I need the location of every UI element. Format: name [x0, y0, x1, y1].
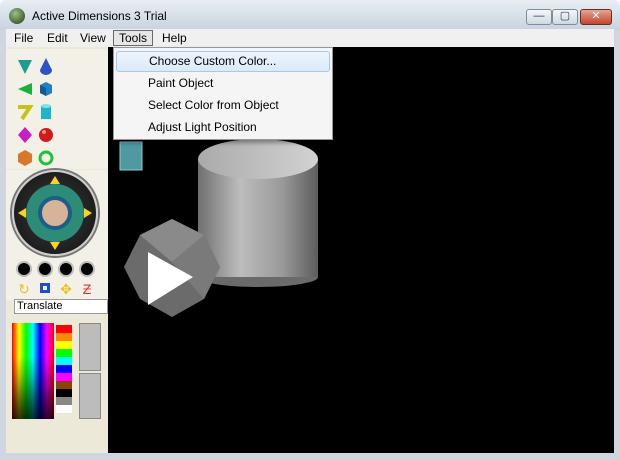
nav-button-3[interactable]	[58, 261, 74, 277]
cone-icon[interactable]	[16, 57, 34, 75]
app-window: Active Dimensions 3 Trial — ▢ ✕ File Edi…	[0, 0, 620, 460]
wedge-icon[interactable]	[16, 80, 34, 98]
rotate-icon[interactable]: ↻	[16, 281, 32, 297]
pipe-object[interactable]	[119, 141, 143, 171]
shape-palette	[6, 49, 108, 169]
swatch-green[interactable]	[56, 349, 72, 357]
swatch-black[interactable]	[56, 389, 72, 397]
diamond-icon[interactable]	[16, 126, 34, 144]
nav-button-1[interactable]	[16, 261, 32, 277]
swatch-blue[interactable]	[56, 365, 72, 373]
previous-color-box[interactable]	[79, 373, 101, 419]
tool-sidebar: ↻ ✥ Ƶ Translate	[6, 47, 108, 453]
cube-icon[interactable]	[37, 80, 55, 98]
menu-item-choose-custom-color[interactable]: Choose Custom Color...	[116, 51, 330, 72]
torus-icon[interactable]	[37, 149, 55, 167]
scale-icon[interactable]	[37, 281, 53, 297]
mode-label: Translate	[14, 299, 108, 314]
move-icon[interactable]: ✥	[58, 281, 74, 297]
color-panel	[6, 315, 108, 453]
swatch-brown[interactable]	[56, 381, 72, 389]
navigation-control: ↻ ✥ Ƶ	[6, 170, 108, 300]
menu-bar: File Edit View Tools Help	[6, 29, 614, 47]
tools-dropdown-menu: Choose Custom Color... Paint Object Sele…	[113, 47, 333, 140]
maximize-button[interactable]: ▢	[552, 9, 578, 25]
dial-ring	[26, 184, 84, 242]
close-button[interactable]: ✕	[580, 9, 612, 25]
twist-icon[interactable]: Ƶ	[79, 281, 95, 297]
nav-button-4[interactable]	[79, 261, 95, 277]
swatch-yellow[interactable]	[56, 341, 72, 349]
drop-icon[interactable]	[37, 57, 55, 75]
nav-button-2[interactable]	[37, 261, 53, 277]
arrow-right-icon[interactable]	[84, 208, 92, 218]
swatch-white[interactable]	[56, 405, 72, 413]
menu-view[interactable]: View	[75, 30, 111, 46]
swatch-cyan[interactable]	[56, 357, 72, 365]
menu-help[interactable]: Help	[157, 30, 192, 46]
swatch-orange[interactable]	[56, 333, 72, 341]
navigation-dial[interactable]	[12, 170, 98, 256]
dodecahedron-icon[interactable]	[16, 149, 34, 167]
app-logo-icon	[9, 8, 25, 24]
swatch-red[interactable]	[56, 325, 72, 333]
arrow-down-icon[interactable]	[50, 242, 60, 250]
window-title: Active Dimensions 3 Trial	[32, 9, 167, 23]
menu-tools[interactable]: Tools	[113, 30, 154, 46]
dial-center[interactable]	[38, 196, 72, 230]
menu-item-paint-object[interactable]: Paint Object	[116, 73, 330, 94]
swatch-magenta[interactable]	[56, 373, 72, 381]
title-bar[interactable]: Active Dimensions 3 Trial — ▢ ✕	[0, 0, 620, 30]
cylinder-icon[interactable]	[37, 103, 55, 121]
menu-item-adjust-light-position[interactable]: Adjust Light Position	[116, 117, 330, 138]
arrow-up-icon[interactable]	[50, 176, 60, 184]
menu-item-select-color-from-object[interactable]: Select Color from Object	[116, 95, 330, 116]
minimize-button[interactable]: —	[526, 9, 552, 25]
current-color-box[interactable]	[79, 323, 101, 371]
swatch-gray[interactable]	[56, 397, 72, 405]
arrow-left-icon[interactable]	[18, 208, 26, 218]
menu-file[interactable]: File	[9, 30, 38, 46]
color-spectrum[interactable]	[12, 323, 54, 419]
bent-pipe-icon[interactable]	[16, 103, 34, 121]
sphere-icon[interactable]	[37, 126, 55, 144]
menu-edit[interactable]: Edit	[42, 30, 73, 46]
